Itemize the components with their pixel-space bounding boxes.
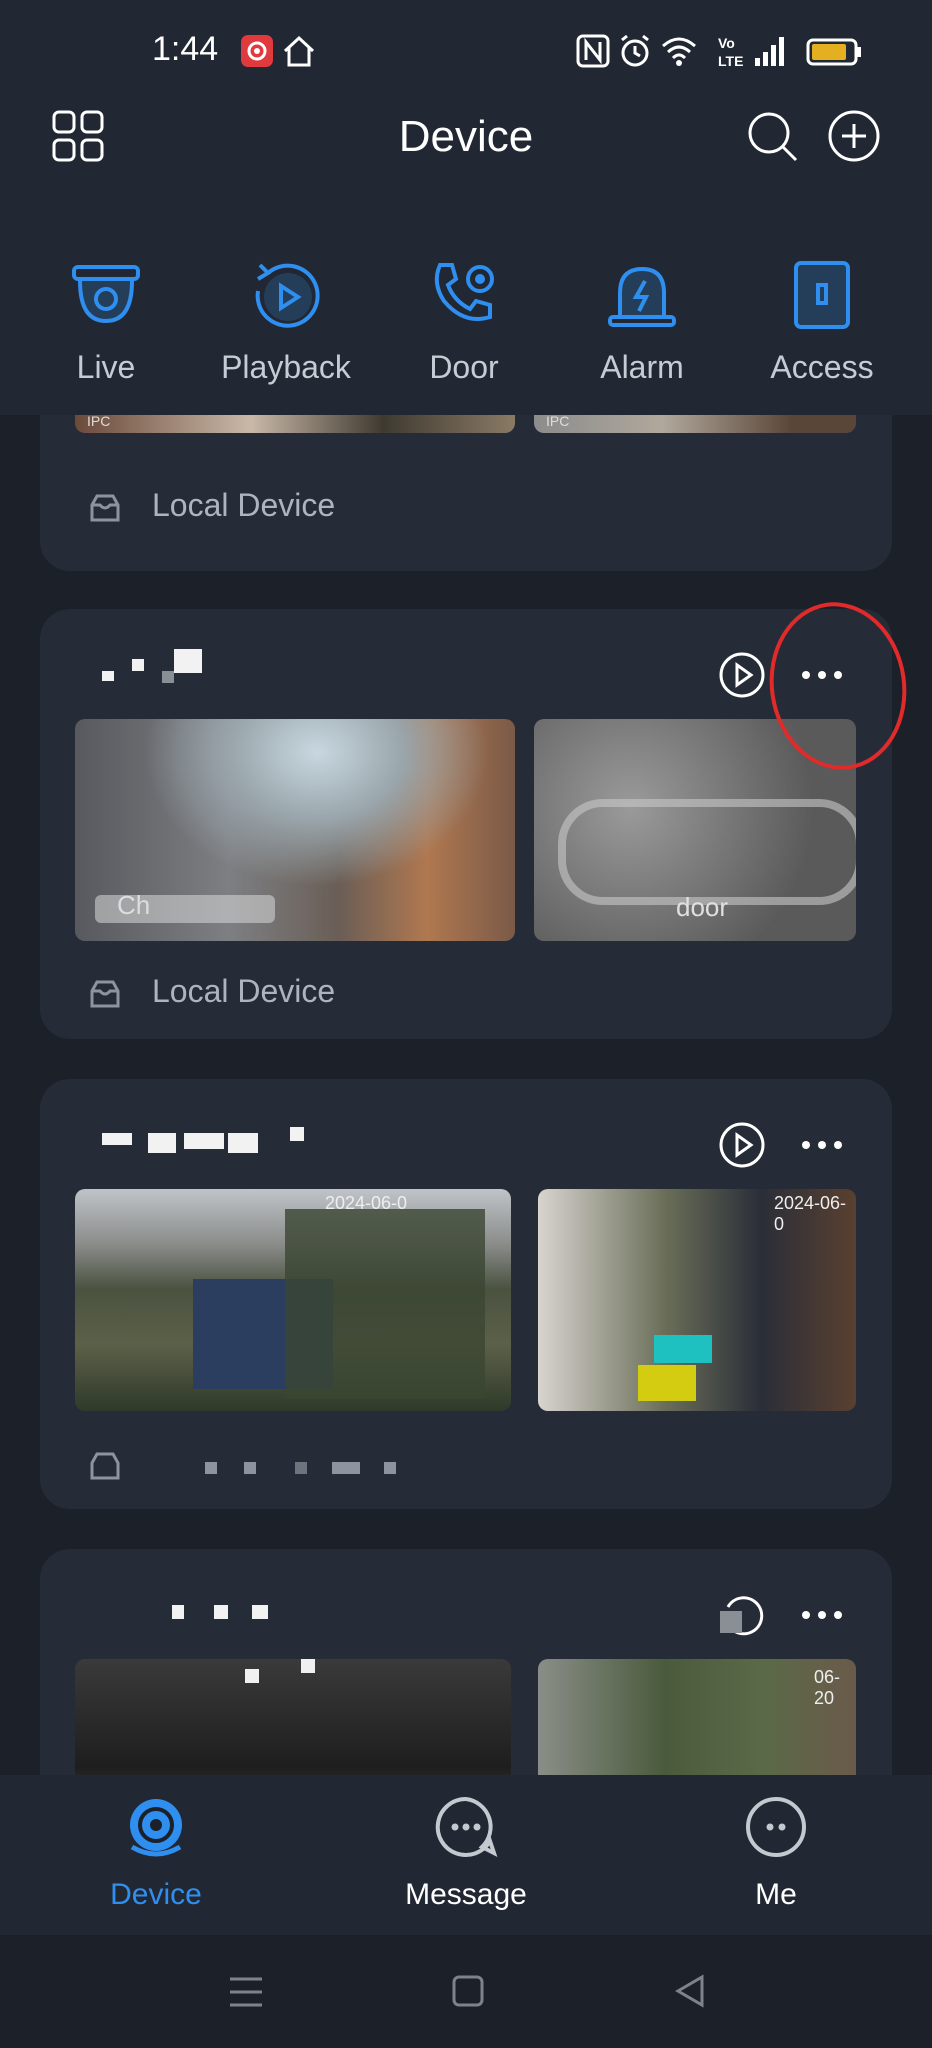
quick-action-label: Live	[76, 349, 136, 385]
local-device-icon	[90, 494, 120, 522]
channel-label: Ch	[117, 890, 151, 920]
wifi-icon	[662, 37, 696, 66]
volte-icon: Vo LTE	[718, 35, 743, 69]
play-icon[interactable]	[718, 651, 766, 699]
bottom-tab-bar: Device Message Me	[0, 1775, 932, 1935]
device-card[interactable]: IPC IPC Local Device	[40, 415, 892, 571]
quick-action-door[interactable]: Door	[374, 255, 554, 386]
more-options-icon[interactable]	[792, 1591, 852, 1639]
add-device-icon[interactable]	[826, 108, 882, 164]
thumbnail-tag: 06-20	[814, 1667, 841, 1708]
quick-action-access[interactable]: Access	[732, 255, 912, 386]
device-source: Local Device	[88, 487, 335, 525]
me-tab-icon	[746, 1797, 806, 1857]
channel-thumbnail[interactable]: IPC	[534, 415, 856, 433]
home-nav-icon[interactable]	[450, 1973, 486, 2009]
alarm-clock-icon	[621, 34, 649, 67]
playback-icon[interactable]	[718, 1591, 766, 1639]
status-time: 1:44	[152, 30, 219, 68]
device-source-label: Local Device	[152, 487, 336, 523]
message-tab-icon	[435, 1796, 498, 1857]
device-source-label: Local Device	[152, 973, 336, 1009]
quick-action-label: Door	[429, 349, 499, 385]
device-source	[88, 1445, 397, 1483]
alarm-icon	[608, 266, 676, 327]
screen-recorder-icon	[241, 35, 273, 67]
battery-icon	[806, 38, 861, 66]
tab-label: Device	[110, 1878, 202, 1911]
channel-thumbnail[interactable]: IPC	[75, 415, 515, 433]
channel-thumbnail[interactable]: 06-20	[538, 1659, 856, 1775]
channel-thumbnail[interactable]: 2024-06-0	[538, 1189, 856, 1411]
nfc-icon	[576, 34, 610, 68]
access-icon	[794, 261, 850, 329]
svg-text:Vo: Vo	[718, 35, 735, 51]
channel-label: door	[676, 892, 729, 922]
device-tab-icon	[130, 1799, 182, 1857]
menu-nav-icon[interactable]	[228, 1975, 264, 2009]
quick-action-label: Alarm	[600, 349, 684, 385]
system-nav-bar	[0, 1935, 932, 2048]
local-device-icon	[90, 1452, 120, 1480]
quick-action-alarm[interactable]: Alarm	[552, 255, 732, 386]
quick-action-label: Access	[770, 349, 874, 385]
playback-icon	[255, 263, 320, 328]
more-options-icon[interactable]	[792, 1121, 852, 1169]
quick-action-playback[interactable]: Playback	[196, 255, 376, 386]
thumbnail-tag: IPC	[546, 415, 570, 429]
thumbnail-tag: 2024-06-0	[774, 1193, 847, 1234]
tab-label: Me	[755, 1878, 797, 1911]
tab-message[interactable]: Message	[376, 1795, 556, 1912]
tab-device[interactable]: Device	[66, 1795, 246, 1912]
device-card[interactable]: Ch door Local Device	[40, 609, 892, 1039]
tab-me[interactable]: Me	[686, 1795, 866, 1912]
thumbnail-tag: IPC	[87, 415, 111, 429]
device-card[interactable]: 06-20	[40, 1549, 892, 1775]
card-actions	[718, 1591, 852, 1639]
svg-text:LTE: LTE	[718, 53, 743, 69]
back-nav-icon[interactable]	[672, 1973, 708, 2009]
status-bar: 1:44 Vo LTE	[0, 0, 932, 100]
signal-icon	[755, 37, 784, 66]
door-phone-icon	[434, 263, 494, 321]
search-icon[interactable]	[744, 108, 800, 164]
tab-label: Message	[405, 1878, 527, 1911]
channel-thumbnail[interactable]: 2024-06-0	[75, 1189, 511, 1411]
local-device-icon	[90, 980, 120, 1008]
home-icon	[283, 35, 315, 67]
live-camera-icon	[72, 265, 140, 324]
quick-action-label: Playback	[221, 349, 351, 385]
thumbnail-tag: 2024-06-0	[325, 1193, 408, 1213]
device-source: Local Device	[88, 973, 335, 1011]
card-actions	[718, 1121, 852, 1169]
quick-action-live[interactable]: Live	[16, 255, 196, 386]
channel-thumbnail[interactable]: Ch	[75, 719, 515, 941]
channel-thumbnail[interactable]	[75, 1659, 511, 1775]
play-icon[interactable]	[718, 1121, 766, 1169]
device-card[interactable]: 2024-06-0 2024-06-0	[40, 1079, 892, 1509]
